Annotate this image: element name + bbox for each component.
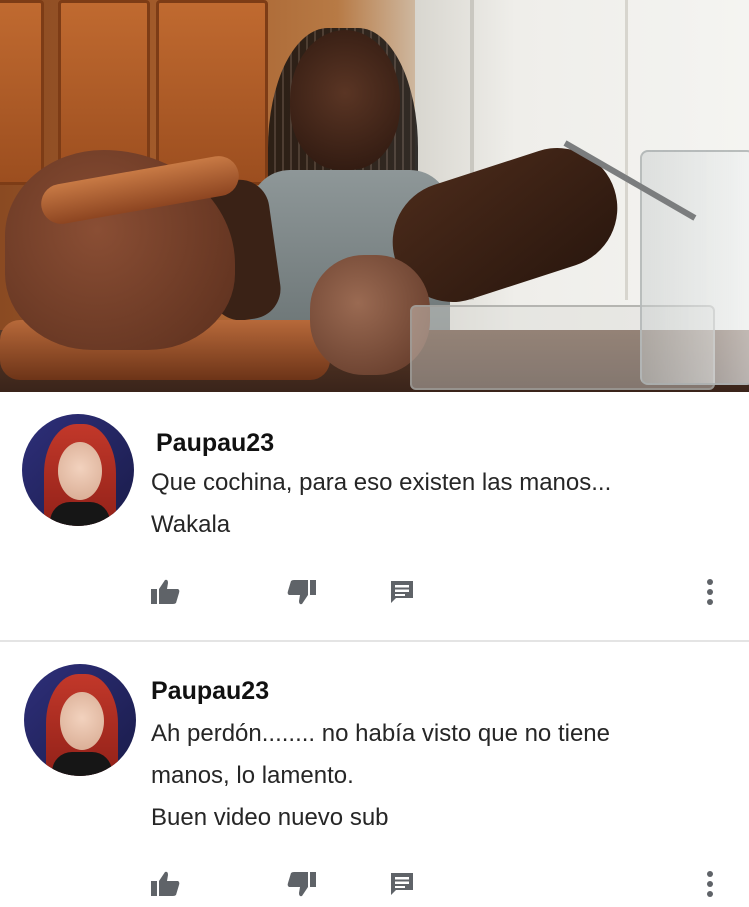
thumbs-down-icon [287, 580, 316, 605]
like-button[interactable] [145, 572, 185, 612]
reply-button[interactable] [382, 864, 422, 904]
comment-username[interactable]: Paupau23 [156, 429, 274, 458]
video-frame[interactable] [0, 0, 749, 392]
avatar-shirt [52, 752, 112, 776]
more-options-button[interactable] [695, 864, 725, 904]
thumbs-up-icon [151, 579, 180, 604]
avatar-face [58, 442, 102, 500]
thumbs-up-icon [151, 871, 180, 896]
comment-actions [0, 864, 749, 904]
more-options-button[interactable] [695, 572, 725, 612]
comment: Paupau23 Ah perdón........ no había vist… [0, 642, 749, 907]
comment-line: Wakala [151, 511, 231, 538]
dislike-button[interactable] [282, 864, 322, 904]
comment-line: manos, lo lamento. [151, 762, 354, 789]
comment-line: Que cochina, para eso existen las manos.… [151, 469, 612, 496]
comment-actions [0, 572, 749, 612]
avatar-face [60, 692, 104, 750]
comment-text: Que cochina, para eso existen las manos.… [151, 462, 611, 546]
reply-comment-icon [391, 581, 413, 603]
avatar-shirt [50, 502, 110, 526]
thumbs-down-icon [287, 872, 316, 897]
more-vertical-icon [707, 871, 713, 897]
more-vertical-icon [707, 579, 713, 605]
kitchen-cabinet [0, 0, 44, 185]
avatar[interactable] [22, 414, 134, 526]
comment-username[interactable]: Paupau23 [151, 677, 269, 706]
like-button[interactable] [145, 864, 185, 904]
door-edge [625, 0, 628, 300]
dislike-button[interactable] [282, 572, 322, 612]
comment-line: Buen video nuevo sub [151, 804, 389, 831]
comment-line: Ah perdón........ no había visto que no … [151, 720, 610, 747]
drinking-glass [640, 150, 749, 385]
person-head [290, 30, 400, 170]
comment-text: Ah perdón........ no había visto que no … [151, 713, 610, 839]
reply-button[interactable] [382, 572, 422, 612]
reply-comment-icon [391, 873, 413, 895]
comment: Paupau23 Que cochina, para eso existen l… [0, 392, 749, 642]
avatar[interactable] [24, 664, 136, 776]
